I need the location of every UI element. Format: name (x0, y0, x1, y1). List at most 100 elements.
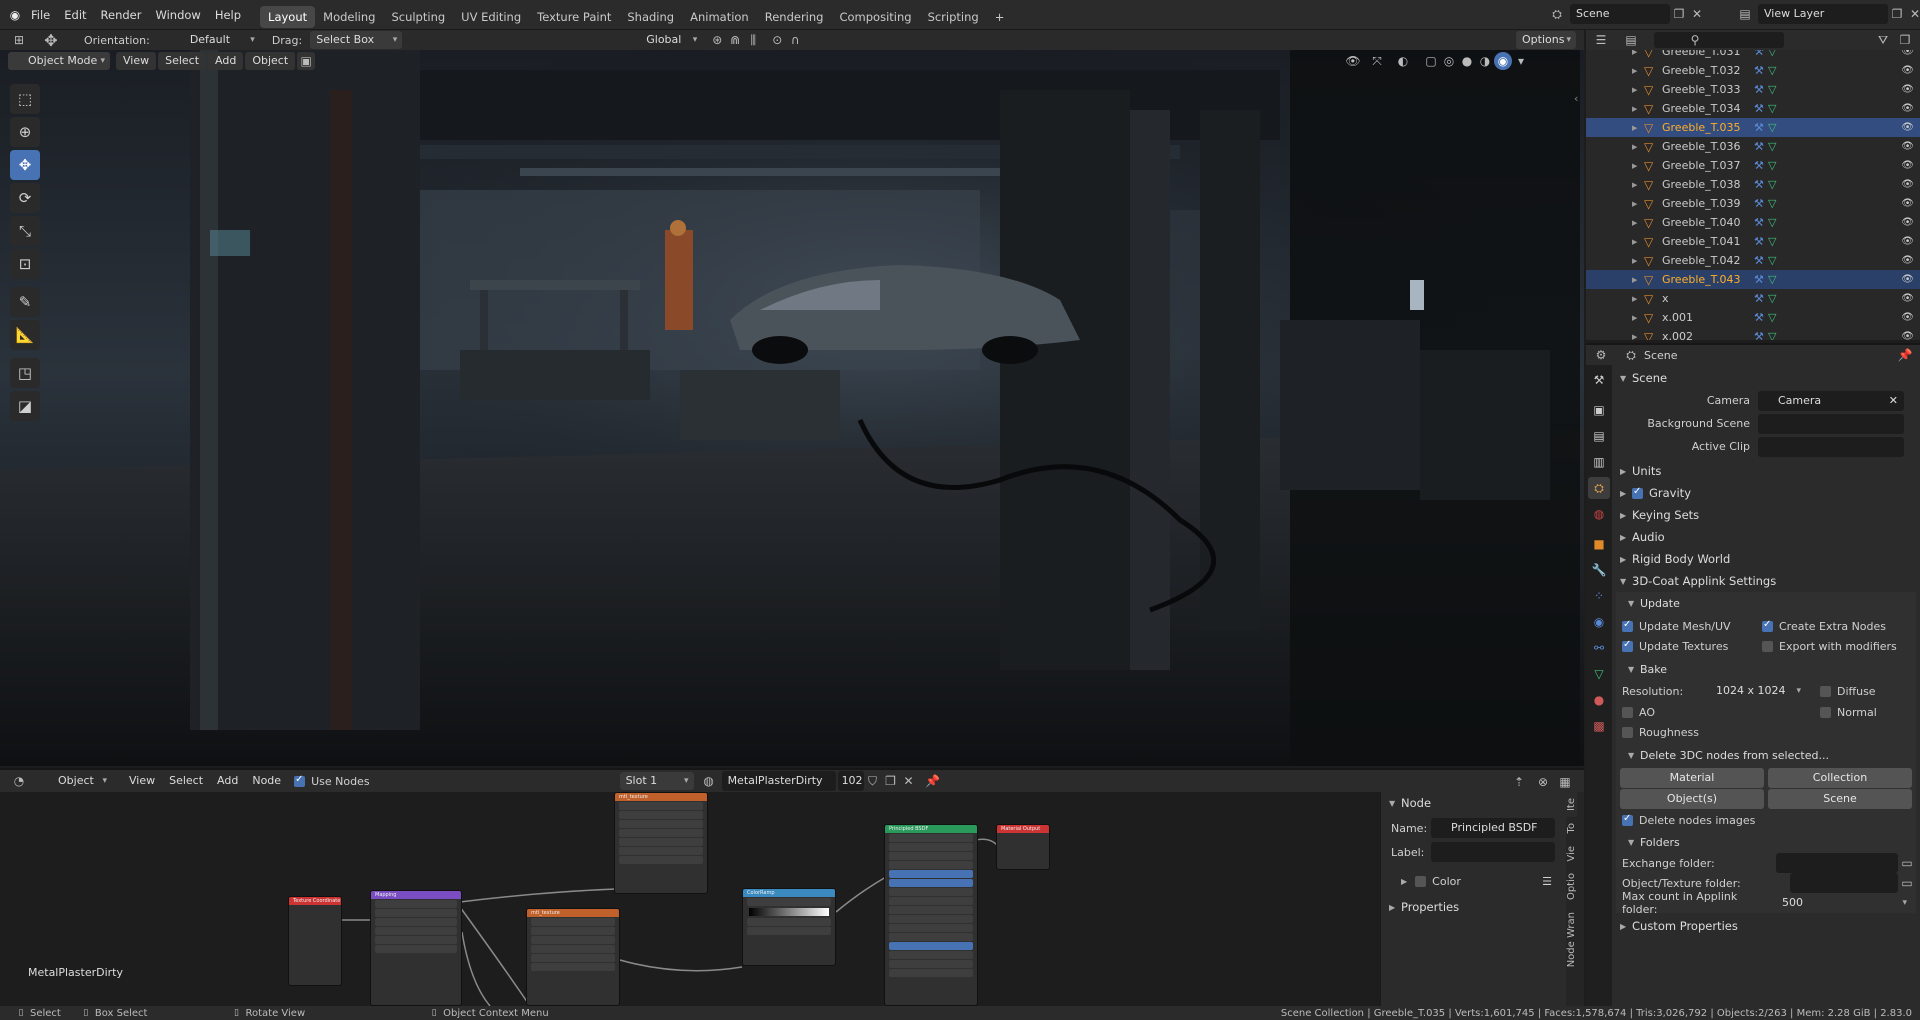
scene-button[interactable]: Scene (1768, 789, 1912, 809)
outliner-row[interactable]: ▶ ▽ Greeble_T.039 ⚒ ▽ 👁 (1586, 194, 1920, 213)
mesh-data-icon[interactable]: ▽ (1768, 50, 1782, 58)
rigid-body-world-section[interactable]: ▶ Rigid Body World (1612, 548, 1920, 570)
view-layer-field[interactable]: View Layer (1758, 4, 1888, 24)
constraints-tab[interactable]: ⚯ (1588, 637, 1610, 659)
create-extra-nodes-option[interactable]: Create Extra Nodes (1762, 619, 1886, 633)
node-row[interactable] (889, 924, 973, 932)
node-row[interactable] (619, 838, 703, 846)
editor-type-icon[interactable]: ☰ (1592, 31, 1610, 49)
visibility-eye-icon[interactable]: 👁 (1901, 312, 1914, 323)
mode-dropdown[interactable]: Object Mode (8, 52, 110, 70)
applink-section[interactable]: ▼ 3D-Coat Applink Settings (1612, 570, 1920, 592)
modifier-icon[interactable]: ⚒ (1754, 311, 1768, 324)
tab-texture-paint[interactable]: Texture Paint (529, 6, 619, 28)
expand-arrow-icon[interactable]: ▶ (1632, 86, 1644, 94)
parent-node-tree-icon[interactable]: ⇡ (1510, 773, 1528, 791)
node-row[interactable] (889, 942, 973, 950)
physics-tab[interactable]: ◉ (1588, 611, 1610, 633)
modifier-icon[interactable]: ⚒ (1754, 102, 1768, 115)
node-row[interactable] (889, 933, 973, 941)
modifier-icon[interactable]: ⚒ (1754, 178, 1768, 191)
editor-type-icon[interactable]: ⊞ (10, 31, 28, 49)
shader-type-dropdown[interactable]: Object (38, 772, 112, 790)
tool-tab[interactable]: ⚒ (1588, 369, 1610, 391)
principled-bsdf-node[interactable]: Principled BSDF (884, 824, 978, 1006)
outliner-item-name[interactable]: x.002 (1662, 330, 1754, 340)
node-row[interactable] (889, 834, 973, 842)
mapping-node[interactable]: Mapping (370, 890, 462, 1006)
visibility-eye-icon[interactable]: 👁 (1901, 255, 1914, 266)
transform-tool-button[interactable]: ⊡ (10, 249, 40, 279)
node-section-header[interactable]: ▼ Node (1381, 792, 1566, 814)
outliner-item-name[interactable]: Greeble_T.040 (1662, 216, 1754, 229)
mesh-data-icon[interactable]: ▽ (1768, 273, 1782, 286)
tab-view[interactable]: Vie (1566, 840, 1577, 868)
tab-uv-editing[interactable]: UV Editing (453, 6, 529, 28)
mesh-data-icon[interactable]: ▽ (1768, 216, 1782, 229)
image-texture-node[interactable]: mtl_texture (614, 792, 708, 894)
scene-section-header[interactable]: ▼ Scene (1612, 367, 1920, 389)
expand-arrow-icon[interactable]: ▶ (1632, 50, 1644, 56)
normal-option[interactable]: Normal (1820, 706, 1877, 719)
node-row[interactable] (889, 852, 973, 860)
outliner-row[interactable]: ▶ ▽ Greeble_T.034 ⚒ ▽ 👁 (1586, 99, 1920, 118)
visibility-eye-icon[interactable]: 👁 (1901, 179, 1914, 190)
node-row[interactable] (889, 969, 973, 977)
menu-select[interactable]: Select (158, 52, 207, 70)
active-clip-field[interactable] (1758, 436, 1904, 457)
editor-type-icon[interactable]: ⚙ (1592, 346, 1610, 364)
expand-arrow-icon[interactable]: ▶ (1632, 238, 1644, 246)
expand-arrow-icon[interactable]: ▶ (1632, 162, 1644, 170)
menu-window[interactable]: Window (148, 0, 207, 30)
material-button[interactable]: Material (1620, 768, 1764, 788)
tab-compositing[interactable]: Compositing (831, 6, 919, 28)
tab-shading[interactable]: Shading (619, 6, 682, 28)
tab-animation[interactable]: Animation (682, 6, 757, 28)
audio-section[interactable]: ▶ Audio (1612, 526, 1920, 548)
material-shading-icon[interactable]: ◑ (1476, 52, 1494, 70)
diffuse-option[interactable]: Diffuse (1820, 685, 1876, 698)
outliner-row[interactable]: ▶ ▽ Greeble_T.038 ⚒ ▽ 👁 (1586, 175, 1920, 194)
expand-arrow-icon[interactable]: ▶ (1632, 181, 1644, 189)
units-section[interactable]: ▶ Units (1612, 460, 1920, 482)
material-output-node[interactable]: Material Output (996, 824, 1050, 870)
tab-node-wrangler[interactable]: Node Wran (1566, 906, 1577, 973)
material-tab[interactable]: ● (1588, 689, 1610, 711)
visibility-eye-icon[interactable]: 👁 (1901, 198, 1914, 209)
outliner-row[interactable]: ▶ ▽ Greeble_T.035 ⚒ ▽ 👁 (1586, 118, 1920, 137)
node-row[interactable] (889, 960, 973, 968)
outliner-item-name[interactable]: Greeble_T.042 (1662, 254, 1754, 267)
outliner-row[interactable]: ▶ ▽ x.002 ⚒ ▽ 👁 (1586, 327, 1920, 341)
outliner-item-name[interactable]: Greeble_T.032 (1662, 64, 1754, 77)
rotate-tool-button[interactable]: ⟳ (10, 183, 40, 213)
node-row[interactable] (747, 898, 831, 906)
node-row[interactable] (889, 951, 973, 959)
expand-arrow-icon[interactable]: ▶ (1632, 124, 1644, 132)
outliner-item-name[interactable]: Greeble_T.033 (1662, 83, 1754, 96)
render-tab[interactable]: ▣ (1588, 399, 1610, 421)
node-row[interactable] (889, 870, 973, 878)
node-row[interactable] (531, 954, 615, 962)
falloff-icon[interactable]: ∩ (786, 31, 804, 49)
export-with-modifiers-option[interactable]: Export with modifiers (1762, 640, 1897, 653)
sidebar-toggle-icon[interactable]: ‹ (1574, 92, 1578, 105)
ao-option[interactable]: AO (1622, 706, 1820, 719)
visibility-eye-icon[interactable]: 👁 (1901, 65, 1914, 76)
max-count-field[interactable]: 500 (1776, 894, 1912, 912)
tab-sculpting[interactable]: Sculpting (383, 6, 453, 28)
display-mode-icon[interactable]: ▤ (1622, 31, 1640, 49)
node-row[interactable] (619, 820, 703, 828)
node-row[interactable] (375, 945, 457, 953)
mesh-data-icon[interactable]: ▽ (1768, 235, 1782, 248)
mesh-data-icon[interactable]: ▽ (1768, 83, 1782, 96)
objects-button[interactable]: Object(s) (1620, 789, 1764, 809)
node-row[interactable] (531, 963, 615, 971)
exchange-folder-field[interactable] (1776, 853, 1898, 873)
move-tool-button[interactable]: ✥ (10, 150, 40, 180)
outliner-item-name[interactable]: Greeble_T.034 (1662, 102, 1754, 115)
node-row[interactable] (531, 936, 615, 944)
node-row[interactable] (889, 861, 973, 869)
material-users-count[interactable]: 102 (837, 771, 864, 791)
node-row[interactable] (889, 843, 973, 851)
scene-icon[interactable]: ⛭ (1548, 5, 1566, 23)
